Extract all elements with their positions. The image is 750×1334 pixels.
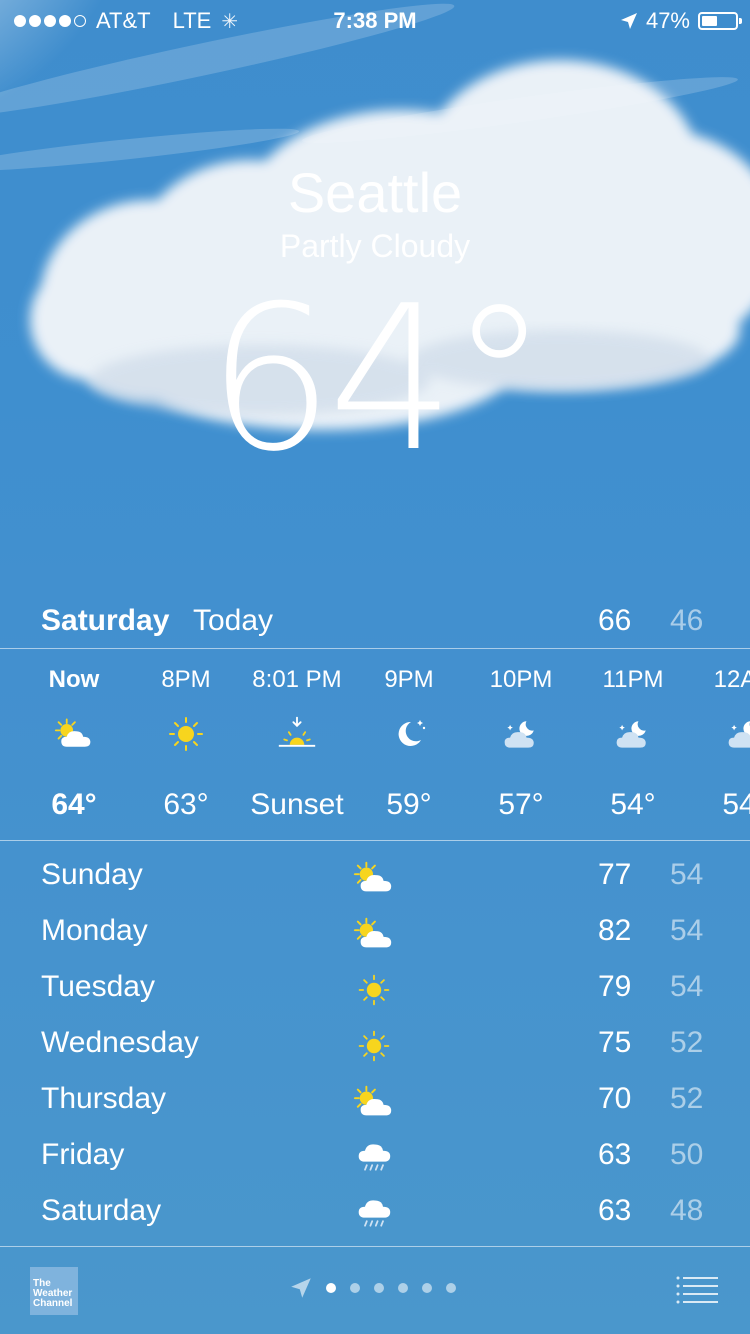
today-summary-row: Saturday Today 66 46 [0,598,750,648]
daily-high: 70 [598,1082,632,1115]
hourly-temp: 54° [722,788,750,821]
moon-icon [389,714,429,754]
page-dot[interactable] [398,1283,408,1293]
current-temperature: 64° [206,263,549,496]
page-dot[interactable] [350,1283,360,1293]
daily-row: Thursday 70 52 [0,1072,750,1128]
battery-percent: 47% [645,8,690,33]
hourly-item: 12AM 54° [690,650,750,840]
sun-icon [353,1028,395,1064]
status-right-group: 47% [620,8,742,34]
hourly-temp: Sunset [250,788,344,821]
city-list-button[interactable] [676,1275,718,1305]
daily-high: 63 [598,1194,632,1227]
footer-toolbar: The Weather Channel [0,1247,750,1334]
hourly-time: 11PM [602,666,664,693]
hourly-time: Now [48,666,100,693]
hourly-temp: 54° [610,788,656,821]
daily-row: Sunday 77 54 [0,848,750,904]
daily-low: 54 [670,914,704,947]
hourly-time: 8PM [161,666,211,693]
hourly-item: 10PM 57° [466,650,576,840]
page-indicator[interactable] [290,1277,456,1299]
page-dot[interactable] [422,1283,432,1293]
daily-low: 48 [670,1194,704,1227]
city-name: Seattle [287,161,463,224]
daily-row: Monday 82 54 [0,904,750,960]
divider [0,648,750,649]
daily-high: 77 [598,858,632,891]
daily-low: 54 [670,970,704,1003]
page-dot[interactable] [374,1283,384,1293]
page-dot[interactable] [326,1283,336,1293]
daily-day: Saturday [41,1194,162,1227]
today-day: Saturday [41,604,170,637]
daily-forecast-list: Sunday 77 54 Monday 82 54 Tuesday 79 54 Wed… [0,848,750,1240]
daily-low: 54 [670,858,704,891]
partly-cloudy-night-icon [501,714,541,754]
hourly-time: 10PM [489,666,553,693]
partly-cloudy-night-icon [725,714,750,754]
daily-day: Wednesday [41,1026,199,1059]
hourly-time: 9PM [384,666,434,693]
today-low: 46 [670,604,704,637]
battery-icon [698,12,742,30]
daily-row: Tuesday 79 54 [0,960,750,1016]
daily-high: 63 [598,1138,632,1171]
daily-high: 82 [598,914,632,947]
hourly-temp: 57° [498,788,544,821]
weather-channel-logo[interactable]: The Weather Channel [30,1267,78,1315]
today-high: 66 [598,604,632,637]
daily-row: Saturday 63 48 [0,1184,750,1240]
status-bar: AT&T LTE ✳ 7:38 PM 47% [0,0,750,40]
rain-icon [353,1196,395,1232]
today-label: Today [193,604,274,637]
current-condition: Partly Cloudy [279,228,471,264]
partly-cloudy-night-icon [613,714,653,754]
daily-day: Tuesday [41,970,155,1003]
daily-low: 50 [670,1138,704,1171]
daily-row: Friday 63 50 [0,1128,750,1184]
hourly-temp: 63° [163,788,209,821]
daily-low: 52 [670,1082,704,1115]
hourly-item: Now 64° [19,650,129,840]
daily-day: Monday [41,914,148,947]
hourly-time: 8:01 PM [252,666,342,693]
location-arrow-icon [620,13,637,29]
daily-low: 52 [670,1026,704,1059]
partly-cloudy-day-icon [353,860,395,896]
sun-icon [353,972,395,1008]
hourly-item: 11PM 54° [578,650,688,840]
daily-high: 75 [598,1026,632,1059]
divider [0,840,750,841]
sun-icon [166,714,206,754]
hourly-item: 8:01 PM Sunset [242,650,352,840]
daily-high: 79 [598,970,632,1003]
daily-row: Wednesday 75 52 [0,1016,750,1072]
partly-cloudy-day-icon [353,1084,395,1120]
partly-cloudy-day-icon [54,714,94,754]
page-dot[interactable] [446,1283,456,1293]
location-arrow-icon [291,1278,311,1298]
hourly-item: 9PM 59° [354,650,464,840]
rain-icon [353,1140,395,1176]
hourly-time: 12AM [713,666,750,693]
hourly-item: 8PM 63° [131,650,241,840]
daily-day: Sunday [41,858,143,891]
hourly-temp: 59° [386,788,432,821]
partly-cloudy-day-icon [353,916,395,952]
hourly-forecast-scroller[interactable]: Now 64° 8PM 63° 8:01 PM Sunset 9PM 59° 10PM … [0,650,750,840]
sunset-icon [277,714,317,754]
daily-day: Thursday [41,1082,167,1115]
daily-day: Friday [41,1138,125,1171]
hourly-temp: 64° [51,788,97,821]
